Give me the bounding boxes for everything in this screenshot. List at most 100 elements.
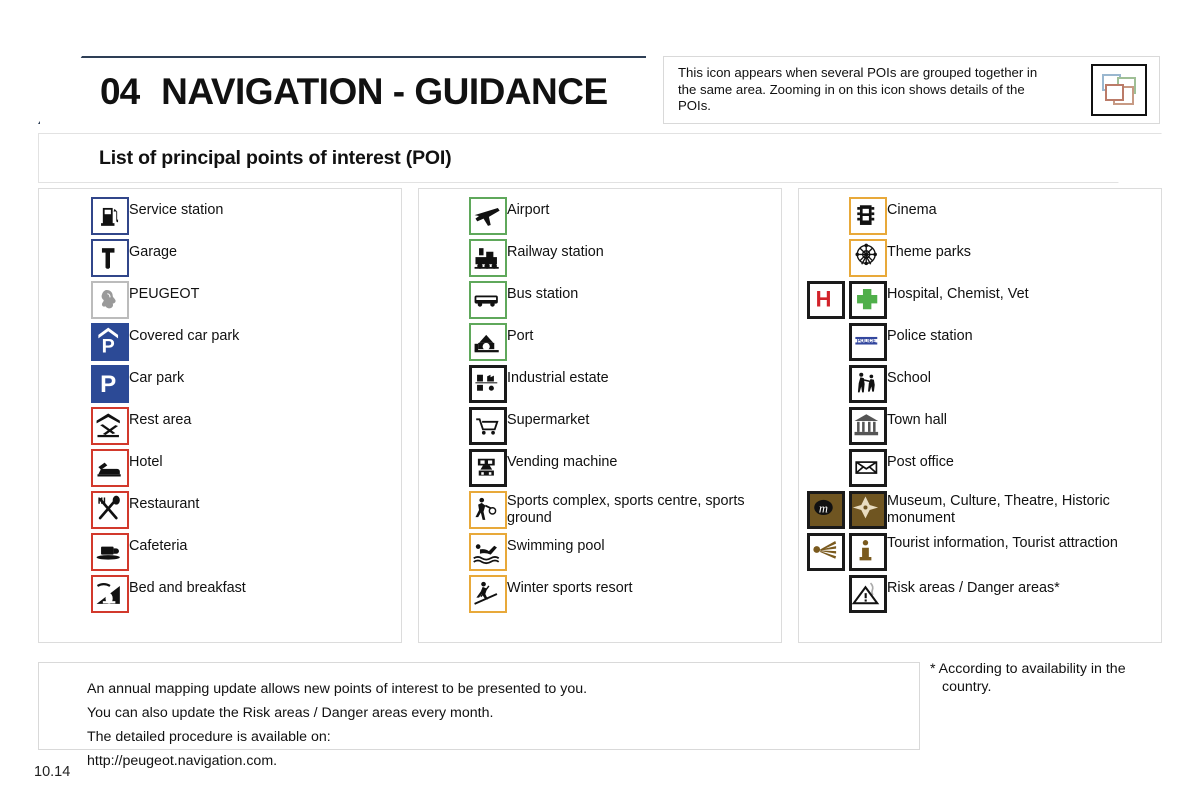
airplane-icon xyxy=(469,197,507,235)
sports-complex-icon xyxy=(469,491,507,529)
list-item: POLICE Police station xyxy=(807,323,1161,361)
icon-slot xyxy=(807,407,887,445)
list-item-label: Service station xyxy=(129,202,224,218)
list-item: Railway station xyxy=(469,239,781,277)
chapter-title: NAVIGATION - GUIDANCE xyxy=(161,71,608,112)
list-item-label: Post office xyxy=(887,454,954,470)
list-item-label: Hotel xyxy=(129,454,163,470)
list-item: Winter sports resort xyxy=(469,575,781,613)
icon-slot xyxy=(469,281,507,319)
icon-slot xyxy=(469,407,507,445)
peugeot-lion-icon xyxy=(91,281,129,319)
list-item-label: Museum, Culture, Theatre, Historic monum… xyxy=(887,493,1110,526)
icon-slot xyxy=(91,491,129,529)
list-item-label: Risk areas / Danger areas* xyxy=(887,580,1060,596)
list-item-label: Tourist information, Tourist attraction xyxy=(887,535,1118,551)
list-item-label: Railway station xyxy=(507,244,604,260)
industrial-estate-icon xyxy=(469,365,507,403)
green-cross-icon xyxy=(849,281,887,319)
list-item: H Hospital, Chemist, Vet xyxy=(807,281,1161,319)
list-item: m Museum, Culture, Theatre, Historic mon… xyxy=(807,491,1161,529)
icon-slot xyxy=(807,449,887,487)
list-item: Cafeteria xyxy=(91,533,401,571)
list-item: Hotel xyxy=(91,449,401,487)
list-item: Rest area xyxy=(91,407,401,445)
list-item-label: Airport xyxy=(507,202,550,218)
covered-parking-icon: P xyxy=(91,323,129,361)
icon-slot xyxy=(91,449,129,487)
icon-slot xyxy=(91,197,129,235)
icon-slot xyxy=(91,407,129,445)
icon-slot xyxy=(807,575,887,613)
list-item-label: Industrial estate xyxy=(507,370,609,386)
list-item: Town hall xyxy=(807,407,1161,445)
list-item: P Car park xyxy=(91,365,401,403)
list-item-label: Vending machine xyxy=(507,454,618,470)
icon-slot xyxy=(807,365,887,403)
poi-column-1: Service station Garage PEUGEOT P Covered… xyxy=(38,188,402,643)
parking-icon: P xyxy=(91,365,129,403)
list-item-label: Sports complex, sports centre, sports gr… xyxy=(507,493,745,526)
museum-m-icon: m xyxy=(807,491,845,529)
list-item-label: Cafeteria xyxy=(129,538,188,554)
footer-line: The detailed procedure is available on: xyxy=(87,729,331,745)
police-sign-icon: POLICE xyxy=(849,323,887,361)
list-item: Service station xyxy=(91,197,401,235)
icon-slot xyxy=(469,323,507,361)
svg-text:P: P xyxy=(102,336,115,358)
swimmer-icon xyxy=(469,533,507,571)
list-item: Airport xyxy=(469,197,781,235)
poi-column-3: Cinema Theme parks H Hospital, Chemist, … xyxy=(798,188,1162,643)
svg-text:H: H xyxy=(816,287,832,312)
list-item-label: Theme parks xyxy=(887,244,971,260)
icon-slot xyxy=(469,575,507,613)
icon-slot: POLICE xyxy=(807,323,887,361)
icon-slot xyxy=(91,239,129,277)
skier-icon xyxy=(469,575,507,613)
manual-page: 04 NAVIGATION - GUIDANCE This icon appea… xyxy=(0,0,1200,800)
list-item: Post office xyxy=(807,449,1161,487)
list-item-label: Garage xyxy=(129,244,177,260)
grouped-poi-info-box: This icon appears when several POIs are … xyxy=(663,56,1160,124)
list-item: Industrial estate xyxy=(469,365,781,403)
list-item-label: Town hall xyxy=(887,412,947,428)
vending-machine-icon xyxy=(469,449,507,487)
list-item: Tourist information, Tourist attraction xyxy=(807,533,1161,571)
list-item: Bed and breakfast xyxy=(91,575,401,613)
hospital-h-icon: H xyxy=(807,281,845,319)
list-item: Vending machine xyxy=(469,449,781,487)
icon-slot xyxy=(807,197,887,235)
icon-slot: P xyxy=(91,365,129,403)
list-item-label: Bus station xyxy=(507,286,579,302)
list-item: Sports complex, sports centre, sports gr… xyxy=(469,491,781,529)
list-item-label: Police station xyxy=(887,328,973,344)
list-item-label: Swimming pool xyxy=(507,538,605,554)
footnote-line-1: * According to availability in the xyxy=(930,661,1126,677)
film-reel-icon xyxy=(849,197,887,235)
list-item-label: Covered car park xyxy=(129,328,240,344)
footnote-line-2: country. xyxy=(942,679,992,695)
list-item-label: Cinema xyxy=(887,202,937,218)
list-item: Supermarket xyxy=(469,407,781,445)
icon-slot xyxy=(469,533,507,571)
list-item-label: Car park xyxy=(129,370,185,386)
poi-columns: Service station Garage PEUGEOT P Covered… xyxy=(38,188,1162,643)
icon-slot xyxy=(469,491,507,529)
bus-icon xyxy=(469,281,507,319)
page-number: 10.14 xyxy=(34,764,71,780)
restaurant-cutlery-icon xyxy=(91,491,129,529)
envelope-icon xyxy=(849,449,887,487)
page-header: 04 NAVIGATION - GUIDANCE This icon appea… xyxy=(38,56,1162,124)
chapter-title-plate: 04 NAVIGATION - GUIDANCE xyxy=(38,56,646,124)
danger-warning-icon xyxy=(849,575,887,613)
list-item-label: Rest area xyxy=(129,412,192,428)
svg-text:POLICE: POLICE xyxy=(857,338,876,344)
tourist-attraction-icon xyxy=(807,533,845,571)
icon-slot: m xyxy=(807,491,887,529)
poi-column-2: Airport Railway station Bus station Port… xyxy=(418,188,782,643)
icon-slot xyxy=(807,533,887,571)
footer-line: You can also update the Risk areas / Dan… xyxy=(87,705,494,721)
port-ship-icon xyxy=(469,323,507,361)
list-item: Port xyxy=(469,323,781,361)
list-item: Bus station xyxy=(469,281,781,319)
